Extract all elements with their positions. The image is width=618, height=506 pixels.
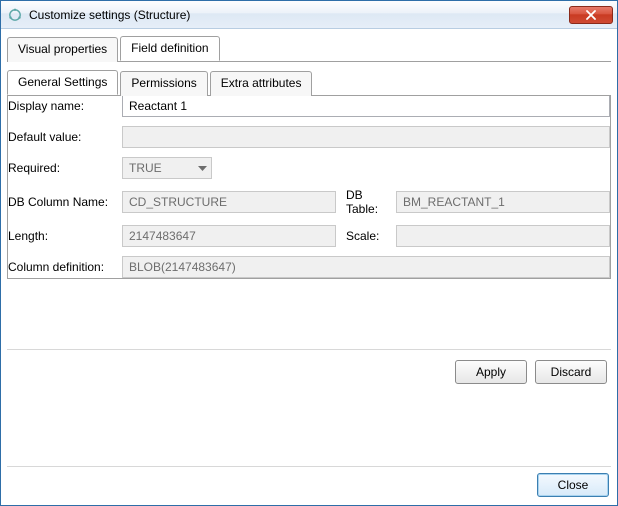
default-value-input bbox=[122, 126, 610, 148]
tab-general-settings[interactable]: General Settings bbox=[7, 70, 118, 95]
title-bar: Customize settings (Structure) bbox=[1, 1, 617, 29]
tab-extra-attributes[interactable]: Extra attributes bbox=[210, 71, 313, 96]
dialog-window: Customize settings (Structure) Visual pr… bbox=[0, 0, 618, 506]
apply-button[interactable]: Apply bbox=[455, 360, 527, 384]
tab-label: Visual properties bbox=[18, 42, 107, 56]
app-icon bbox=[7, 7, 23, 23]
column-def-input bbox=[122, 256, 610, 278]
label-column-def: Column definition: bbox=[8, 260, 122, 274]
label-db-column-name: DB Column Name: bbox=[8, 195, 122, 209]
display-name-input[interactable] bbox=[122, 95, 610, 117]
tab-label: Permissions bbox=[131, 76, 196, 90]
tab-label: General Settings bbox=[18, 75, 107, 89]
row-column-def: Column definition: bbox=[8, 256, 610, 278]
chevron-down-icon bbox=[198, 161, 207, 175]
label-required: Required: bbox=[8, 161, 122, 175]
general-settings-panel: Display name: Default value: Required: T… bbox=[7, 95, 611, 279]
tab-label: Field definition bbox=[131, 41, 208, 55]
required-select: TRUE bbox=[122, 157, 212, 179]
close-icon bbox=[586, 10, 596, 20]
outer-tab-panel: General Settings Permissions Extra attri… bbox=[7, 61, 611, 388]
tab-visual-properties[interactable]: Visual properties bbox=[7, 37, 118, 62]
close-button[interactable]: Close bbox=[537, 473, 609, 497]
dialog-bottom-bar: Close bbox=[7, 466, 611, 499]
row-required: Required: TRUE bbox=[8, 157, 610, 179]
window-close-button[interactable] bbox=[569, 6, 613, 24]
length-input bbox=[122, 225, 336, 247]
discard-button[interactable]: Discard bbox=[535, 360, 607, 384]
window-title: Customize settings (Structure) bbox=[29, 8, 190, 22]
label-db-table: DB Table: bbox=[336, 188, 396, 216]
db-column-name-input bbox=[122, 191, 336, 213]
form-button-row: Apply Discard bbox=[7, 349, 611, 388]
dialog-body: Visual properties Field definition Gener… bbox=[1, 29, 617, 505]
tab-label: Extra attributes bbox=[221, 76, 302, 90]
tab-field-definition[interactable]: Field definition bbox=[120, 36, 219, 61]
db-table-input bbox=[396, 191, 610, 213]
row-default-value: Default value: bbox=[8, 126, 610, 148]
row-display-name: Display name: bbox=[8, 95, 610, 117]
row-db-column: DB Column Name: DB Table: bbox=[8, 188, 610, 216]
label-display-name: Display name: bbox=[8, 99, 122, 113]
inner-tab-bar: General Settings Permissions Extra attri… bbox=[7, 70, 611, 96]
label-scale: Scale: bbox=[336, 229, 396, 243]
tab-permissions[interactable]: Permissions bbox=[120, 71, 207, 96]
outer-tab-bar: Visual properties Field definition bbox=[7, 36, 611, 62]
scale-input bbox=[396, 225, 610, 247]
required-select-value: TRUE bbox=[129, 161, 162, 175]
row-length-scale: Length: Scale: bbox=[8, 225, 610, 247]
label-length: Length: bbox=[8, 229, 122, 243]
label-default-value: Default value: bbox=[8, 130, 122, 144]
